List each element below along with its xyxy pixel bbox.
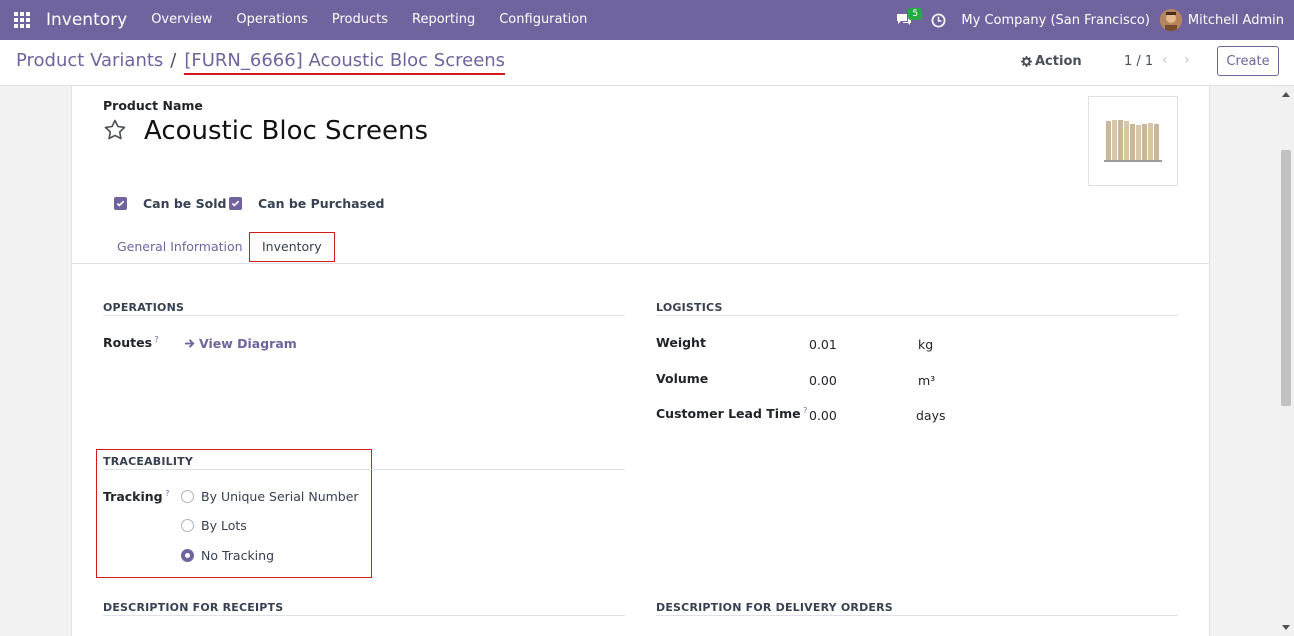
action-label: Action xyxy=(1035,54,1082,69)
product-image[interactable] xyxy=(1088,96,1178,186)
gear-icon xyxy=(1021,56,1032,67)
lead-time-field[interactable]: 0.00 xyxy=(809,408,837,423)
volume-label: Volume xyxy=(656,371,709,386)
breadcrumb: Product Variants / [FURN_6666] Acoustic … xyxy=(16,50,506,75)
traceability-divider xyxy=(103,469,625,470)
weight-label: Weight xyxy=(656,335,706,350)
can-be-sold-label: Can be Sold xyxy=(143,196,227,211)
scroll-down-icon[interactable] xyxy=(1282,625,1290,630)
can-be-purchased-label: Can be Purchased xyxy=(258,196,385,211)
star-icon[interactable] xyxy=(103,118,127,146)
tracking-option-serial[interactable]: By Unique Serial Number xyxy=(181,489,359,504)
radio-none[interactable] xyxy=(181,549,194,562)
radio-lots[interactable] xyxy=(181,519,194,532)
tracking-option-lots[interactable]: By Lots xyxy=(181,518,247,533)
product-name-label: Product Name xyxy=(103,98,203,113)
clock-icon[interactable] xyxy=(921,0,955,40)
desc-delivery-divider xyxy=(656,615,1178,616)
can-be-purchased-checkbox[interactable] xyxy=(229,197,242,210)
desc-receipts-title: DESCRIPTION FOR RECEIPTS xyxy=(103,601,284,614)
scrollbar[interactable] xyxy=(1278,86,1294,636)
control-panel: Product Variants / [FURN_6666] Acoustic … xyxy=(0,40,1294,86)
chat-icon[interactable]: 5 xyxy=(887,0,923,40)
radio-serial[interactable] xyxy=(181,490,194,503)
main-menu: Overview Operations Products Reporting C… xyxy=(139,0,599,40)
tab-general-information[interactable]: General Information xyxy=(105,231,255,264)
pager-prev-icon[interactable]: ‹ xyxy=(1162,52,1168,68)
weight-unit: kg xyxy=(918,337,934,352)
top-navbar: Inventory Overview Operations Products R… xyxy=(0,0,1294,40)
tracking-option-none[interactable]: No Tracking xyxy=(181,548,274,563)
avatar xyxy=(1159,9,1182,31)
notebook-tabs: General Information Inventory xyxy=(72,231,1209,264)
operations-divider xyxy=(103,315,625,316)
breadcrumb-parent[interactable]: Product Variants xyxy=(16,50,163,75)
lead-time-unit: days xyxy=(916,408,946,423)
pager-value[interactable]: 1 / 1 xyxy=(1124,54,1153,69)
action-button[interactable]: Action xyxy=(1021,54,1082,69)
volume-unit: m³ xyxy=(918,373,936,388)
view-diagram-link[interactable]: View Diagram xyxy=(184,336,297,351)
create-button[interactable]: Create xyxy=(1217,46,1279,76)
desc-receipts-divider xyxy=(103,615,625,616)
company-switcher[interactable]: My Company (San Francisco) xyxy=(955,13,1159,28)
chat-count-badge: 5 xyxy=(908,8,923,20)
operations-title: OPERATIONS xyxy=(103,301,185,314)
tracking-label: Tracking ? xyxy=(103,489,170,505)
breadcrumb-current: [FURN_6666] Acoustic Bloc Screens xyxy=(184,50,506,75)
menu-operations[interactable]: Operations xyxy=(224,0,319,40)
product-name-field[interactable]: Acoustic Bloc Screens xyxy=(144,116,428,146)
user-menu[interactable]: Mitchell Admin xyxy=(1159,9,1284,31)
breadcrumb-separator: / xyxy=(170,50,177,71)
menu-products[interactable]: Products xyxy=(320,0,400,40)
can-be-sold-checkbox[interactable] xyxy=(114,197,127,210)
tab-inventory[interactable]: Inventory xyxy=(249,232,335,262)
logistics-divider xyxy=(656,315,1178,316)
scroll-up-icon[interactable] xyxy=(1282,92,1290,97)
routes-label: Routes ? xyxy=(103,335,159,351)
app-name[interactable]: Inventory xyxy=(44,10,139,30)
can-be-sold-row: Can be Sold xyxy=(114,196,226,211)
volume-field[interactable]: 0.00 xyxy=(809,373,837,388)
scroll-thumb[interactable] xyxy=(1281,150,1291,406)
pager-next-icon[interactable]: › xyxy=(1184,52,1190,68)
traceability-title: TRACEABILITY xyxy=(103,455,194,468)
menu-reporting[interactable]: Reporting xyxy=(400,0,487,40)
apps-grid-icon[interactable] xyxy=(0,0,44,40)
menu-overview[interactable]: Overview xyxy=(139,0,224,40)
lead-time-label: Customer Lead Time ? xyxy=(656,406,808,422)
weight-field[interactable]: 0.01 xyxy=(809,337,837,352)
menu-configuration[interactable]: Configuration xyxy=(487,0,599,40)
logistics-title: LOGISTICS xyxy=(656,301,723,314)
user-name: Mitchell Admin xyxy=(1187,12,1284,28)
form-sheet: Product Name Acoustic Bloc Screens Can b… xyxy=(71,86,1210,636)
arrow-right-icon xyxy=(184,339,195,348)
desc-delivery-title: DESCRIPTION FOR DELIVERY ORDERS xyxy=(656,601,893,614)
can-be-purchased-row: Can be Purchased xyxy=(229,196,384,211)
